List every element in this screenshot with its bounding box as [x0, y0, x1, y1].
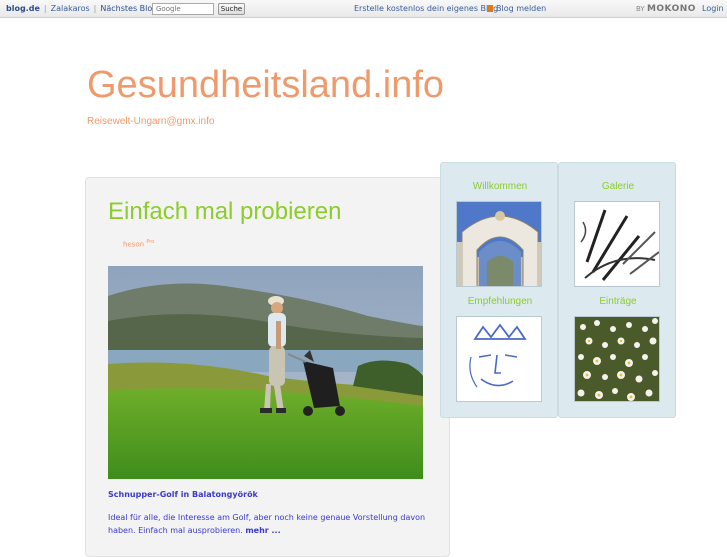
flag-icon	[487, 5, 493, 12]
separator: |	[93, 4, 97, 13]
sketch-drawing[interactable]	[574, 201, 660, 287]
site-subtitle: Reisewelt-Ungarn@gmx.info	[87, 116, 215, 127]
provider-logo[interactable]: BY MOKONO	[636, 4, 696, 14]
create-blog-link[interactable]: Erstelle kostenlos dein eigenes Blog	[354, 4, 498, 13]
more-link[interactable]: mehr ...	[245, 526, 280, 535]
post-body: Ideal für alle, die Interesse am Golf, a…	[108, 511, 438, 537]
widget-label-eintraege[interactable]: Einträge	[559, 296, 677, 307]
daisy-field-photo[interactable]	[574, 316, 660, 402]
sidebar-panel-right: Galerie Einträge	[558, 162, 676, 418]
palace-gate-photo[interactable]	[456, 201, 542, 287]
crowned-face-sketch[interactable]	[456, 316, 542, 402]
search-button[interactable]: Suche	[218, 3, 245, 15]
brand-link[interactable]: blog.de	[6, 4, 40, 13]
toolbar-nav: blog.de | Zalakaros | Nächstes Blog »	[6, 4, 165, 13]
by-label: BY	[636, 5, 645, 13]
search-input[interactable]	[152, 3, 214, 15]
top-toolbar: blog.de|Zalakaros|Nächstes Blog » Suche …	[0, 0, 727, 18]
golf-photo	[108, 266, 423, 479]
author-badge: Pro	[146, 239, 155, 245]
current-blog-link[interactable]: Zalakaros	[51, 4, 90, 13]
post-heading[interactable]: Schnupper-Golf in Balatongyörök	[108, 490, 258, 499]
author-name[interactable]: heson	[123, 240, 144, 248]
login-link[interactable]: Login	[702, 4, 724, 13]
separator: |	[43, 4, 47, 13]
widget-label-willkommen[interactable]: Willkommen	[441, 181, 559, 192]
sidebar-panel-left: Willkommen Empfehlungen	[440, 162, 558, 418]
post-author[interactable]: heson Pro	[123, 239, 154, 248]
post-title[interactable]: Einfach mal probieren	[108, 198, 341, 226]
report-blog-link[interactable]: Blog melden	[496, 4, 546, 13]
provider-name: MOKONO	[646, 4, 696, 14]
widget-label-empfehlungen[interactable]: Empfehlungen	[441, 296, 559, 307]
site-title[interactable]: Gesundheitsland.info	[87, 64, 444, 107]
widget-label-galerie[interactable]: Galerie	[559, 181, 677, 192]
report-blog[interactable]: Blog melden	[487, 4, 546, 13]
